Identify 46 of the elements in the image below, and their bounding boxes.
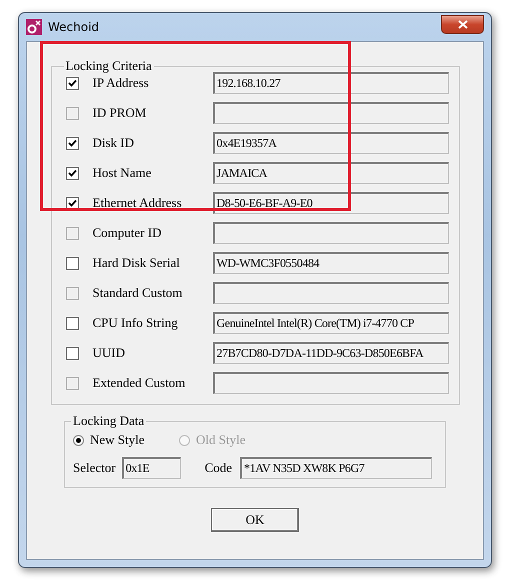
criteria-label: UUID — [92, 345, 126, 361]
window-title: Wechoid — [48, 20, 100, 34]
value-field[interactable] — [212, 102, 448, 124]
value-field[interactable] — [212, 372, 448, 394]
value-field[interactable] — [212, 282, 448, 304]
criteria-label: Computer ID — [92, 225, 162, 241]
criteria-label: Hard Disk Serial — [92, 255, 181, 271]
close-button[interactable] — [441, 14, 484, 34]
style-radio[interactable]: New Style — [73, 432, 179, 448]
criteria-label: Standard Custom — [92, 285, 184, 301]
app-icon — [26, 19, 42, 35]
criteria-label: IP Address — [92, 75, 150, 91]
value-field[interactable] — [212, 222, 448, 244]
value-field[interactable]: 192.168.10.27 — [212, 72, 448, 94]
checkmark-icon — [68, 198, 76, 208]
selector-field[interactable]: 0x1E — [122, 457, 181, 479]
criteria-label: CPU Info String — [92, 315, 179, 331]
checkbox[interactable] — [66, 196, 78, 210]
code-field[interactable]: *1AV N35D XW8K P6G7 — [240, 457, 432, 479]
checkbox[interactable] — [66, 166, 78, 180]
checkmark-icon — [68, 78, 76, 88]
checkbox[interactable] — [66, 256, 78, 270]
value-field[interactable]: WD-WMC3F0550484 — [212, 252, 448, 274]
ok-button[interactable]: OK — [211, 508, 299, 532]
criteria-label: Extended Custom — [92, 375, 186, 391]
group-title: Locking Criteria — [64, 60, 153, 72]
criteria-label: Ethernet Address — [92, 195, 183, 211]
selector-label: Selector — [73, 460, 116, 476]
value-field[interactable]: GenuineIntel Intel(R) Core(TM) i7-4770 CP — [212, 312, 448, 334]
criteria-label: ID PROM — [92, 105, 148, 121]
criteria-label: Host Name — [92, 165, 152, 181]
checkmark-icon — [68, 138, 76, 148]
checkbox[interactable] — [66, 136, 78, 150]
criteria-label: Disk ID — [92, 135, 136, 151]
checkmark-icon — [68, 168, 76, 178]
code-label: Code — [204, 460, 232, 476]
value-field[interactable]: JAMAICA — [212, 162, 448, 184]
value-field[interactable]: 27B7CD80-D7DA-11DD-9C63-D850E6BFA — [212, 342, 448, 364]
value-field[interactable]: 0x4E19357A — [212, 132, 448, 154]
group-title: Locking Data — [72, 415, 146, 427]
close-icon — [458, 20, 468, 28]
radio-dot-icon — [76, 438, 81, 442]
checkbox[interactable] — [66, 346, 78, 360]
value-field[interactable]: D8-50-E6-BF-A9-E0 — [212, 192, 448, 214]
checkbox[interactable] — [66, 316, 78, 330]
checkbox[interactable] — [66, 76, 78, 90]
